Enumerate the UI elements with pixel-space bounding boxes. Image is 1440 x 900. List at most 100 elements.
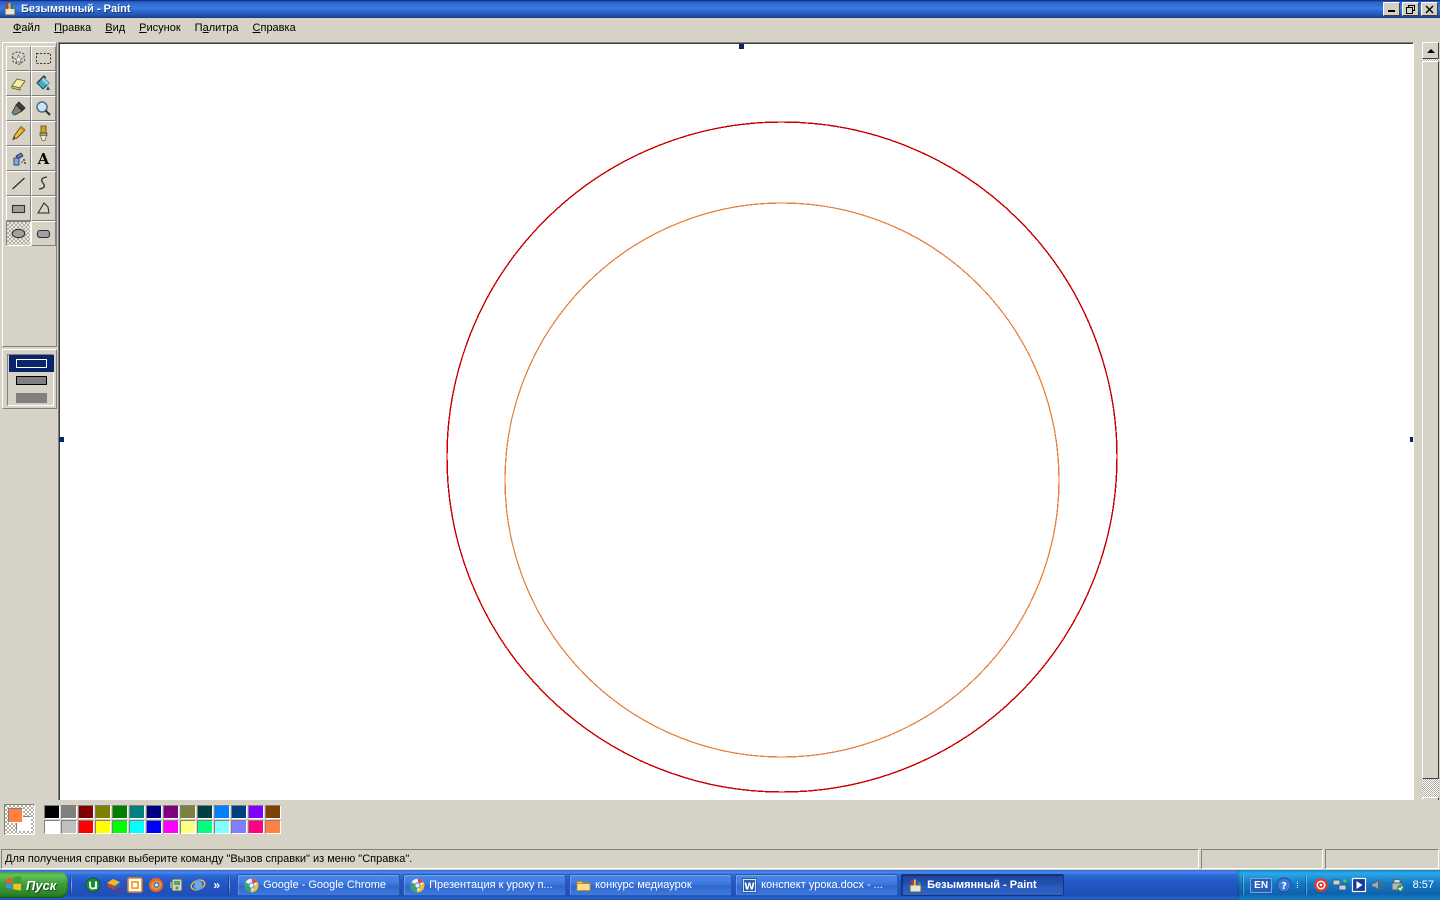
palette-color-1-10[interactable] <box>214 805 230 819</box>
palette-color-2-9[interactable] <box>197 820 213 834</box>
palette-row-1 <box>44 805 282 820</box>
palette-color-1-3[interactable] <box>95 805 111 819</box>
palette-color-2-0[interactable] <box>44 820 60 834</box>
palette-color-swatch <box>79 806 93 818</box>
palette-color-2-5[interactable] <box>129 820 145 834</box>
vertical-scrollbar[interactable] <box>1422 42 1439 814</box>
fill-bucket-icon <box>35 75 52 92</box>
antivirus-shield-icon[interactable] <box>1313 877 1329 893</box>
palette-color-2-13[interactable] <box>265 820 281 834</box>
media-player-icon[interactable] <box>169 877 185 893</box>
taskbar-button-word[interactable]: W конспект урока.docx - ... <box>735 874 899 896</box>
taskbar-button-chrome-presentation[interactable]: Презентация к уроку п... <box>403 874 567 896</box>
rectangle-tool[interactable] <box>6 196 31 221</box>
language-indicator[interactable]: EN <box>1250 877 1273 893</box>
network-connection-icon[interactable] <box>1332 877 1348 893</box>
taskbar-button-chrome-google[interactable]: Google - Google Chrome <box>237 874 401 896</box>
line-tool[interactable] <box>6 171 31 196</box>
palette-color-2-3[interactable] <box>95 820 111 834</box>
palette-color-1-9[interactable] <box>197 805 213 819</box>
palette-color-1-13[interactable] <box>265 805 281 819</box>
menu-item-help[interactable]: Справка <box>246 20 303 36</box>
eraser-tool[interactable] <box>6 71 31 96</box>
brush-tool[interactable] <box>31 121 56 146</box>
polygon-tool[interactable] <box>31 196 56 221</box>
palette-color-1-1[interactable] <box>61 805 77 819</box>
curve-tool[interactable] <box>31 171 56 196</box>
palette-color-2-1[interactable] <box>61 820 77 834</box>
winamp-icon[interactable]: v7 <box>106 877 123 895</box>
utorrent-icon[interactable] <box>85 877 101 893</box>
menu-item-palette[interactable]: Палитра <box>188 20 246 36</box>
handle-left-middle[interactable] <box>59 437 64 442</box>
palette-color-2-10[interactable] <box>214 820 230 834</box>
taskbar-button-folder[interactable]: конкурс медиаурок <box>569 874 733 896</box>
pencil-tool[interactable] <box>6 121 31 146</box>
palette-color-2-11[interactable] <box>231 820 247 834</box>
media-play-icon[interactable] <box>1351 877 1367 893</box>
svg-text:?: ? <box>1281 881 1287 892</box>
palette-color-1-12[interactable] <box>248 805 264 819</box>
magnifier-icon <box>35 100 52 117</box>
outline-only-option[interactable] <box>9 355 54 372</box>
quick-launch-more-button[interactable]: » <box>213 878 220 892</box>
menu-item-image[interactable]: Рисунок <box>132 20 188 36</box>
palette-color-1-5[interactable] <box>129 805 145 819</box>
tool-options-box <box>2 349 57 409</box>
tray-divider-1 <box>1243 875 1245 895</box>
chrome-icon <box>244 878 259 893</box>
palette-color-1-11[interactable] <box>231 805 247 819</box>
taskbar-clock[interactable]: 8:57 <box>1413 879 1434 891</box>
select-tool[interactable] <box>31 46 56 71</box>
fill-only-option[interactable] <box>9 389 54 406</box>
palette-color-1-8[interactable] <box>180 805 196 819</box>
ellipse-icon <box>10 225 27 242</box>
office-icon[interactable] <box>127 877 144 893</box>
restore-button[interactable] <box>1402 2 1419 16</box>
minimize-button[interactable] <box>1383 2 1400 16</box>
ellipse-tool[interactable] <box>6 221 31 246</box>
palette-color-2-4[interactable] <box>112 820 128 834</box>
menu-item-view[interactable]: Вид <box>98 20 132 36</box>
palette-color-swatch <box>215 821 229 833</box>
palette-color-1-0[interactable] <box>44 805 60 819</box>
menu-item-file[interactable]: Файл <box>6 20 47 36</box>
free-form-select-tool[interactable] <box>6 46 31 71</box>
palette-color-swatch <box>232 821 246 833</box>
handle-top-center[interactable] <box>739 44 744 49</box>
current-colors-indicator[interactable] <box>4 804 35 835</box>
foreground-color-swatch[interactable] <box>8 808 23 823</box>
palette-color-2-8[interactable] <box>180 820 196 834</box>
palette-color-2-6[interactable] <box>146 820 162 834</box>
handle-right-middle[interactable] <box>1410 437 1413 442</box>
firefox-icon[interactable] <box>148 877 164 893</box>
color-palette-bar <box>0 800 1440 843</box>
palette-color-1-7[interactable] <box>163 805 179 819</box>
palette-color-1-2[interactable] <box>78 805 94 819</box>
pick-color-tool[interactable] <box>6 96 31 121</box>
volume-speaker-icon[interactable] <box>1370 877 1386 893</box>
palette-color-1-6[interactable] <box>146 805 162 819</box>
palette-color-2-12[interactable] <box>248 820 264 834</box>
vertical-scrollbar-thumb[interactable] <box>1422 61 1439 779</box>
safely-remove-hardware-icon[interactable] <box>1389 877 1405 893</box>
taskbar-button-paint[interactable]: Безымянный - Paint <box>901 874 1065 896</box>
rounded-rectangle-tool[interactable] <box>31 221 56 246</box>
fill-tool[interactable] <box>31 71 56 96</box>
help-question-icon[interactable]: ? <box>1276 877 1292 893</box>
internet-explorer-icon[interactable] <box>190 877 206 893</box>
menu-item-edit[interactable]: Правка <box>47 20 98 36</box>
drawing-canvas[interactable] <box>60 44 1413 831</box>
outline-and-fill-option[interactable] <box>9 372 54 389</box>
svg-text:v7: v7 <box>115 889 122 894</box>
close-button[interactable] <box>1421 2 1438 16</box>
airbrush-tool[interactable] <box>6 146 31 171</box>
palette-color-1-4[interactable] <box>112 805 128 819</box>
magnifier-tool[interactable] <box>31 96 56 121</box>
palette-color-2-7[interactable] <box>163 820 179 834</box>
start-button[interactable]: Пуск <box>0 872 69 898</box>
window-titlebar[interactable]: Безымянный - Paint <box>0 0 1440 18</box>
scroll-up-button[interactable] <box>1422 42 1439 59</box>
palette-color-2-2[interactable] <box>78 820 94 834</box>
text-tool[interactable]: A <box>31 146 56 171</box>
